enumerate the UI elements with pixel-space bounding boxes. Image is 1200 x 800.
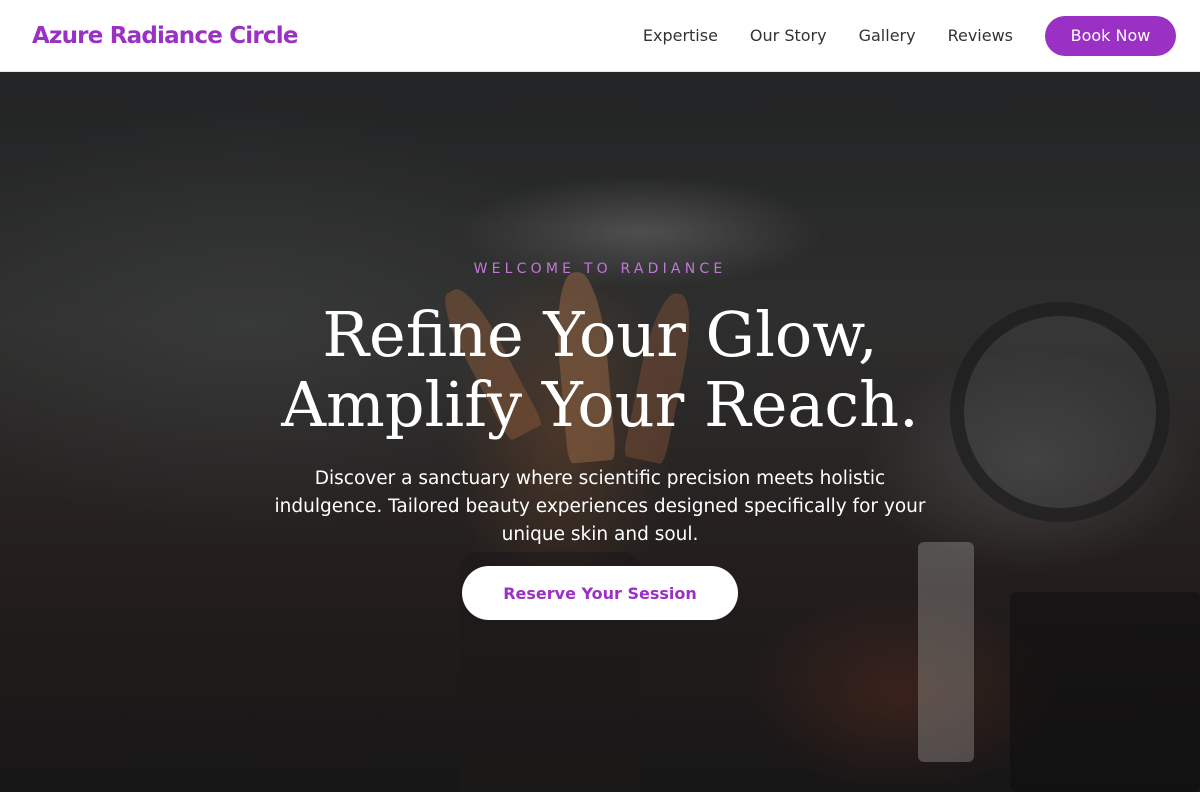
hero-subtext: Discover a sanctuary where scientific pr… xyxy=(274,468,926,545)
nav-link-gallery[interactable]: Gallery xyxy=(859,26,916,45)
nav-link-expertise[interactable]: Expertise xyxy=(643,26,718,45)
brand-logo[interactable]: Azure Radiance Circle xyxy=(32,23,298,49)
hero-headline: Refine Your Glow, Amplify Your Reach. xyxy=(0,300,1200,440)
reserve-session-button[interactable]: Reserve Your Session xyxy=(462,566,738,620)
page-bottom-edge xyxy=(0,792,1200,800)
hero-headline-line2: Amplify Your Reach. xyxy=(281,368,919,441)
site-header: Azure Radiance Circle Expertise Our Stor… xyxy=(0,0,1200,72)
hero-headline-line1: Refine Your Glow, xyxy=(322,298,878,371)
hero-eyebrow: WELCOME TO RADIANCE xyxy=(473,261,727,277)
book-now-button[interactable]: Book Now xyxy=(1045,15,1176,56)
nav-link-reviews[interactable]: Reviews xyxy=(948,26,1013,45)
main-nav: Expertise Our Story Gallery Reviews Book… xyxy=(643,15,1176,56)
nav-link-our-story[interactable]: Our Story xyxy=(750,26,827,45)
